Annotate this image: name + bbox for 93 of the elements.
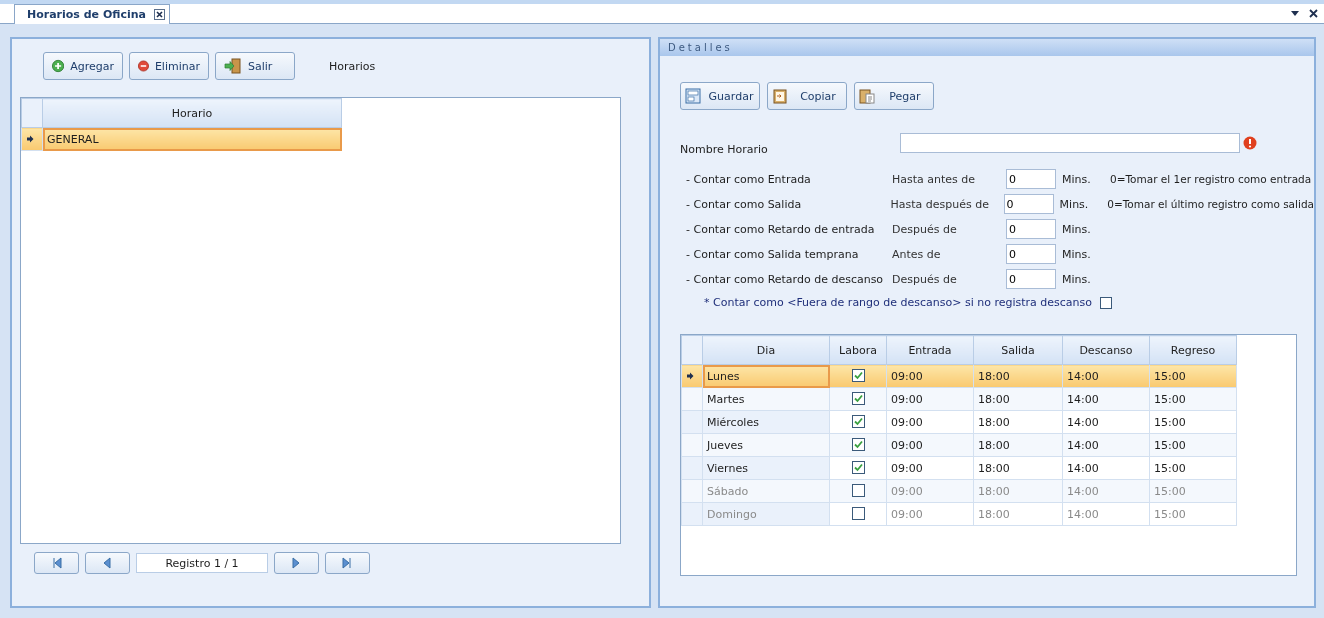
table-cell: Martes [702,387,830,411]
table-cell: 09:00 [886,502,974,526]
checkbox[interactable] [851,415,865,428]
rule-label: - Contar como Salida [686,197,803,211]
grid-row[interactable]: Domingo 09:00 18:00 14:00 15:00 [681,502,1237,526]
toolbar-button[interactable]: Salir [215,52,295,80]
toolbar-button[interactable]: Guardar [680,82,760,110]
condition-label: Hasta antes de [892,172,977,186]
table-cell: 14:00 [1062,410,1150,434]
table-cell: 09:00 [886,456,974,480]
table-cell: Jueves [702,433,830,457]
table-cell: 14:00 [1062,502,1150,526]
column-header[interactable]: Horario [42,98,342,128]
table-cell: 18:00 [973,456,1063,480]
table-cell: Miércoles [702,410,830,434]
table-cell: Sábado [702,479,830,503]
document-tab[interactable]: Horarios de Oficina [14,4,170,24]
column-header[interactable]: Salida [973,335,1063,365]
column-header[interactable]: Entrada [886,335,974,365]
rule-label: - Contar como Retardo de entrada [686,222,876,236]
grid-row[interactable]: Jueves 09:00 18:00 14:00 15:00 [681,433,1237,457]
option-label: * Contar como <Fuera de rango de descanso> si no registra descanso [704,296,1093,309]
field-label: Nombre Horario [680,142,769,156]
minutes-field[interactable]: 0 [1006,269,1056,289]
checkbox[interactable] [851,483,865,497]
close-icon[interactable] [1309,9,1318,18]
rule-label: - Contar como Entrada [686,172,812,186]
table-cell: 14:00 [1062,456,1150,480]
unit-label: Mins. [1062,247,1092,261]
column-header[interactable]: Labora [829,335,887,365]
unit-label: Mins. [1062,172,1092,186]
minutes-field[interactable]: 0 [1006,244,1056,264]
table-cell: Viernes [702,456,830,480]
column-header[interactable]: Descanso [1062,335,1150,365]
table-cell: Domingo [702,502,830,526]
section-caption: Horarios [329,59,376,73]
minutes-field[interactable]: 0 [1006,219,1056,239]
checkbox[interactable] [851,461,865,474]
toolbar-button[interactable]: Pegar [854,82,934,110]
table-cell: 18:00 [973,502,1063,526]
dropdown-icon[interactable] [1291,11,1299,16]
condition-label: Después de [892,222,958,236]
rule-label: - Contar como Retardo de descanso [686,272,885,286]
unit-label: Mins. [1062,222,1092,236]
previous-icon [101,557,114,569]
previous-button[interactable] [85,552,130,574]
toolbar-button[interactable]: Copiar [767,82,847,110]
grid-row[interactable]: Lunes 09:00 18:00 14:00 15:00 [681,364,1237,388]
minus-icon [138,59,149,73]
condition-label: Después de [892,272,958,286]
record-counter: Registro 1 / 1 [136,553,268,573]
checkbox[interactable] [851,438,865,451]
name-field[interactable] [900,133,1240,153]
plus-icon [52,59,65,73]
unit-label: Mins. [1059,197,1090,211]
grid-row[interactable]: Martes 09:00 18:00 14:00 15:00 [681,387,1237,411]
form-icon [685,88,701,104]
table-cell: 15:00 [1149,410,1237,434]
rule-label: - Contar como Salida temprana [686,247,860,261]
minutes-field[interactable]: 0 [1003,194,1054,214]
last-icon [341,557,354,569]
first-icon [50,557,63,569]
table-cell: 15:00 [1149,502,1237,526]
hint-text: 0=Tomar el 1er registro como entrada [1110,173,1312,185]
column-header[interactable]: Regreso [1149,335,1237,365]
minutes-field[interactable]: 0 [1006,169,1056,189]
first-button[interactable] [34,552,79,574]
unit-label: Mins. [1062,272,1092,286]
row-pointer-icon [26,134,34,143]
checkbox[interactable] [851,369,865,382]
table-cell: Lunes [702,364,830,388]
table-cell: 18:00 [973,410,1063,434]
clipboard-icon [772,88,788,104]
checkbox[interactable] [851,506,865,520]
clipboard-icon [859,88,875,104]
hint-text: 0=Tomar el último registro como salida [1107,198,1314,210]
condition-label: Antes de [892,247,942,261]
checkbox[interactable] [1100,296,1113,309]
door-icon [224,58,242,74]
toolbar-button[interactable]: Eliminar [129,52,209,80]
grid-row[interactable]: Viernes 09:00 18:00 14:00 15:00 [681,456,1237,480]
table-cell: 15:00 [1149,456,1237,480]
last-button[interactable] [325,552,370,574]
grid-row[interactable]: Miércoles 09:00 18:00 14:00 15:00 [681,410,1237,434]
next-button[interactable] [274,552,319,574]
toolbar-button[interactable]: Agregar [43,52,123,80]
checkbox[interactable] [851,392,865,405]
column-header[interactable]: Dia [702,335,830,365]
condition-label: Hasta después de [890,197,990,211]
row-pointer-icon [686,371,694,380]
table-cell: 09:00 [886,410,974,434]
close-icon[interactable] [153,9,165,20]
panel-title: Detalles [660,39,1314,56]
